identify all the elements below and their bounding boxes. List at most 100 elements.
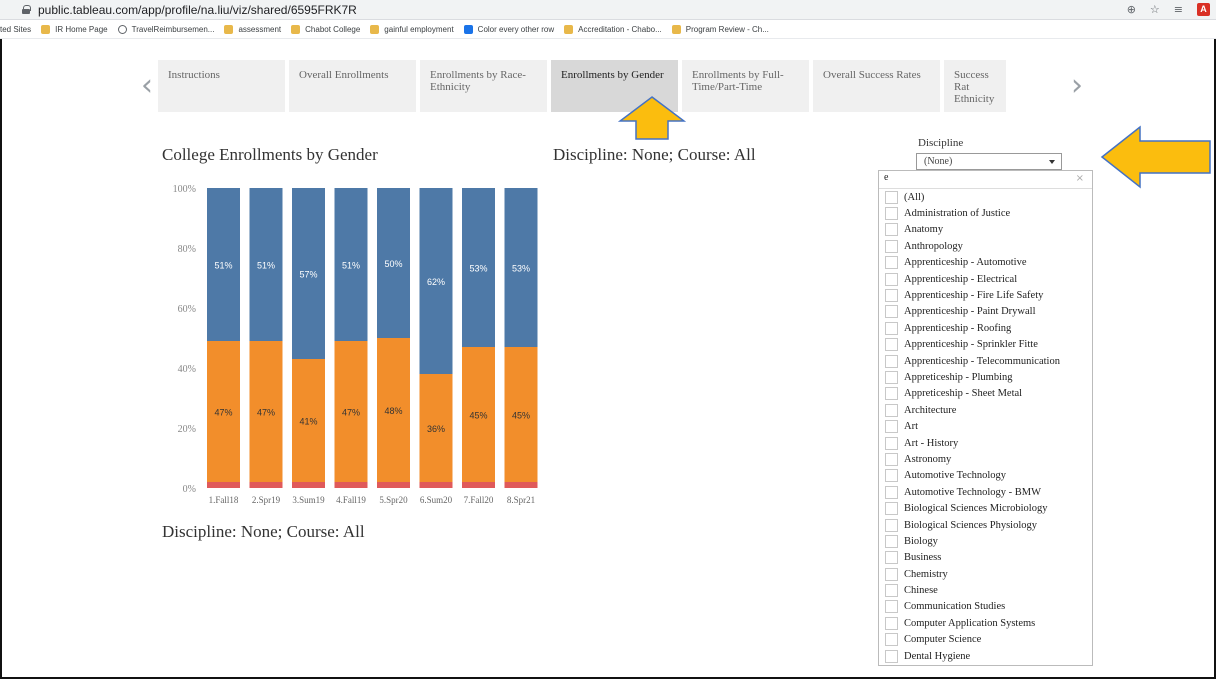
checkbox[interactable] [885, 633, 898, 647]
bar-segment[interactable] [462, 482, 495, 488]
checkbox[interactable] [885, 321, 898, 335]
discipline-option-label: Biological Sciences Physiology [904, 519, 1037, 531]
browser-address-bar[interactable]: public.tableau.com/app/profile/na.liu/vi… [0, 0, 1216, 20]
bookmark-item[interactable]: assessment [224, 24, 281, 34]
discipline-option[interactable]: Apprenticeship - Telecommunication [879, 353, 1092, 369]
checkbox[interactable] [885, 289, 898, 303]
discipline-option[interactable]: Chemistry [879, 566, 1092, 582]
checkbox[interactable] [885, 387, 898, 401]
checkbox[interactable] [885, 338, 898, 352]
checkbox[interactable] [885, 469, 898, 483]
checkbox[interactable] [885, 354, 898, 368]
discipline-option[interactable]: Appreticeship - Plumbing [879, 369, 1092, 385]
up-arrow-annotation-icon [618, 96, 686, 140]
discipline-option[interactable]: Apprenticeship - Electrical [879, 271, 1092, 287]
tab-instructions[interactable]: Instructions [158, 60, 285, 112]
url-text[interactable]: public.tableau.com/app/profile/na.liu/vi… [38, 3, 357, 17]
checkbox[interactable] [885, 223, 898, 237]
checkbox[interactable] [885, 370, 898, 384]
y-tick-label: 80% [178, 244, 196, 255]
bookmark-item[interactable]: Chabot College [291, 24, 360, 34]
checkbox[interactable] [885, 207, 898, 221]
bookmark-item[interactable]: TravelReimbursemen... [117, 24, 214, 34]
bookmark-item[interactable]: Color every other row [463, 24, 554, 34]
checkbox[interactable] [885, 567, 898, 581]
discipline-option[interactable]: Architecture [879, 402, 1092, 418]
bar-segment[interactable] [419, 482, 453, 488]
discipline-option[interactable]: Art - History [879, 435, 1092, 451]
checkbox[interactable] [885, 518, 898, 532]
bar-segment[interactable] [504, 482, 538, 488]
bar-segment[interactable] [292, 482, 325, 488]
bookmark-item[interactable]: ted Sites [0, 25, 31, 34]
discipline-search-input[interactable]: e × [879, 171, 1092, 189]
discipline-option[interactable]: Communication Studies [879, 599, 1092, 615]
discipline-option[interactable]: Biology [879, 533, 1092, 549]
clear-search-icon[interactable]: × [1076, 173, 1084, 184]
discipline-option[interactable]: (All) [879, 189, 1092, 205]
next-story-arrow[interactable]: › [1066, 70, 1088, 102]
discipline-option[interactable]: Anthropology [879, 238, 1092, 254]
discipline-option[interactable]: Biological Sciences Microbiology [879, 500, 1092, 516]
checkbox[interactable] [885, 534, 898, 548]
tab-overall-enrollments[interactable]: Overall Enrollments [289, 60, 416, 112]
checkbox[interactable] [885, 584, 898, 598]
checkbox[interactable] [885, 452, 898, 466]
discipline-option[interactable]: Anatomy [879, 222, 1092, 238]
discipline-option[interactable]: Apprenticeship - Paint Drywall [879, 304, 1092, 320]
discipline-option[interactable]: Apprenticeship - Roofing [879, 320, 1092, 336]
extension-menu-icon[interactable]: ≡ [1174, 3, 1183, 16]
checkbox[interactable] [885, 305, 898, 319]
bookmark-item[interactable]: gainful employment [370, 24, 454, 34]
checkbox[interactable] [885, 239, 898, 253]
discipline-option[interactable]: Business [879, 550, 1092, 566]
discipline-option[interactable]: Biological Sciences Physiology [879, 517, 1092, 533]
bookmark-folder-icon [564, 24, 574, 34]
discipline-option[interactable]: Chinese [879, 582, 1092, 598]
checkbox[interactable] [885, 600, 898, 614]
discipline-option[interactable]: Automotive Technology [879, 468, 1092, 484]
discipline-option[interactable]: Computer Science [879, 632, 1092, 648]
discipline-option[interactable]: Apprenticeship - Automotive [879, 255, 1092, 271]
bar-segment[interactable] [334, 482, 368, 488]
zoom-icon[interactable]: ⊕ [1127, 3, 1136, 16]
discipline-option[interactable]: Automotive Technology - BMW [879, 484, 1092, 500]
discipline-option-label: Automotive Technology [904, 470, 1007, 482]
bookmark-item[interactable]: IR Home Page [41, 24, 108, 34]
tab-enrollments-full-part-time[interactable]: Enrollments by Full-Time/Part-Time [682, 60, 809, 112]
checkbox[interactable] [885, 502, 898, 516]
discipline-option[interactable]: Apprenticeship - Sprinkler Fitte [879, 337, 1092, 353]
tab-overall-success-rates[interactable]: Overall Success Rates [813, 60, 940, 112]
checkbox[interactable] [885, 436, 898, 450]
discipline-option-label: Appreticeship - Sheet Metal [904, 388, 1023, 400]
bar-segment[interactable] [377, 482, 410, 488]
bar-segment[interactable] [207, 482, 240, 488]
discipline-option[interactable]: Art [879, 418, 1092, 434]
prev-story-arrow[interactable]: ‹ [136, 70, 158, 102]
discipline-option[interactable]: Computer Application Systems [879, 615, 1092, 631]
extension-a-icon[interactable]: A [1197, 3, 1210, 16]
data-label: 62% [427, 277, 445, 287]
discipline-option[interactable]: Appreticeship - Sheet Metal [879, 386, 1092, 402]
discipline-option[interactable]: Apprenticeship - Fire Life Safety [879, 287, 1092, 303]
bookmark-item[interactable]: Program Review - Ch... [671, 24, 769, 34]
discipline-option[interactable]: Astronomy [879, 451, 1092, 467]
checkbox[interactable] [885, 551, 898, 565]
checkbox[interactable] [885, 272, 898, 286]
star-icon[interactable]: ☆ [1150, 3, 1160, 16]
tab-success-rates-ethnicity[interactable]: Success Rat Ethnicity [944, 60, 1006, 112]
checkbox[interactable] [885, 485, 898, 499]
checkbox[interactable] [885, 403, 898, 417]
bar-segment[interactable] [249, 482, 283, 488]
discipline-option-label: Apprenticeship - Sprinkler Fitte [904, 339, 1038, 351]
discipline-select[interactable]: (None) [916, 153, 1062, 170]
tab-enrollments-race-ethnicity[interactable]: Enrollments by Race-Ethnicity [420, 60, 547, 112]
discipline-option[interactable]: Dental Hygiene [879, 648, 1092, 664]
checkbox[interactable] [885, 190, 898, 204]
checkbox[interactable] [885, 616, 898, 630]
checkbox[interactable] [885, 256, 898, 270]
bookmark-item[interactable]: Accreditation - Chabo... [564, 24, 662, 34]
discipline-option[interactable]: Administration of Justice [879, 205, 1092, 221]
checkbox[interactable] [885, 420, 898, 434]
checkbox[interactable] [885, 649, 898, 663]
